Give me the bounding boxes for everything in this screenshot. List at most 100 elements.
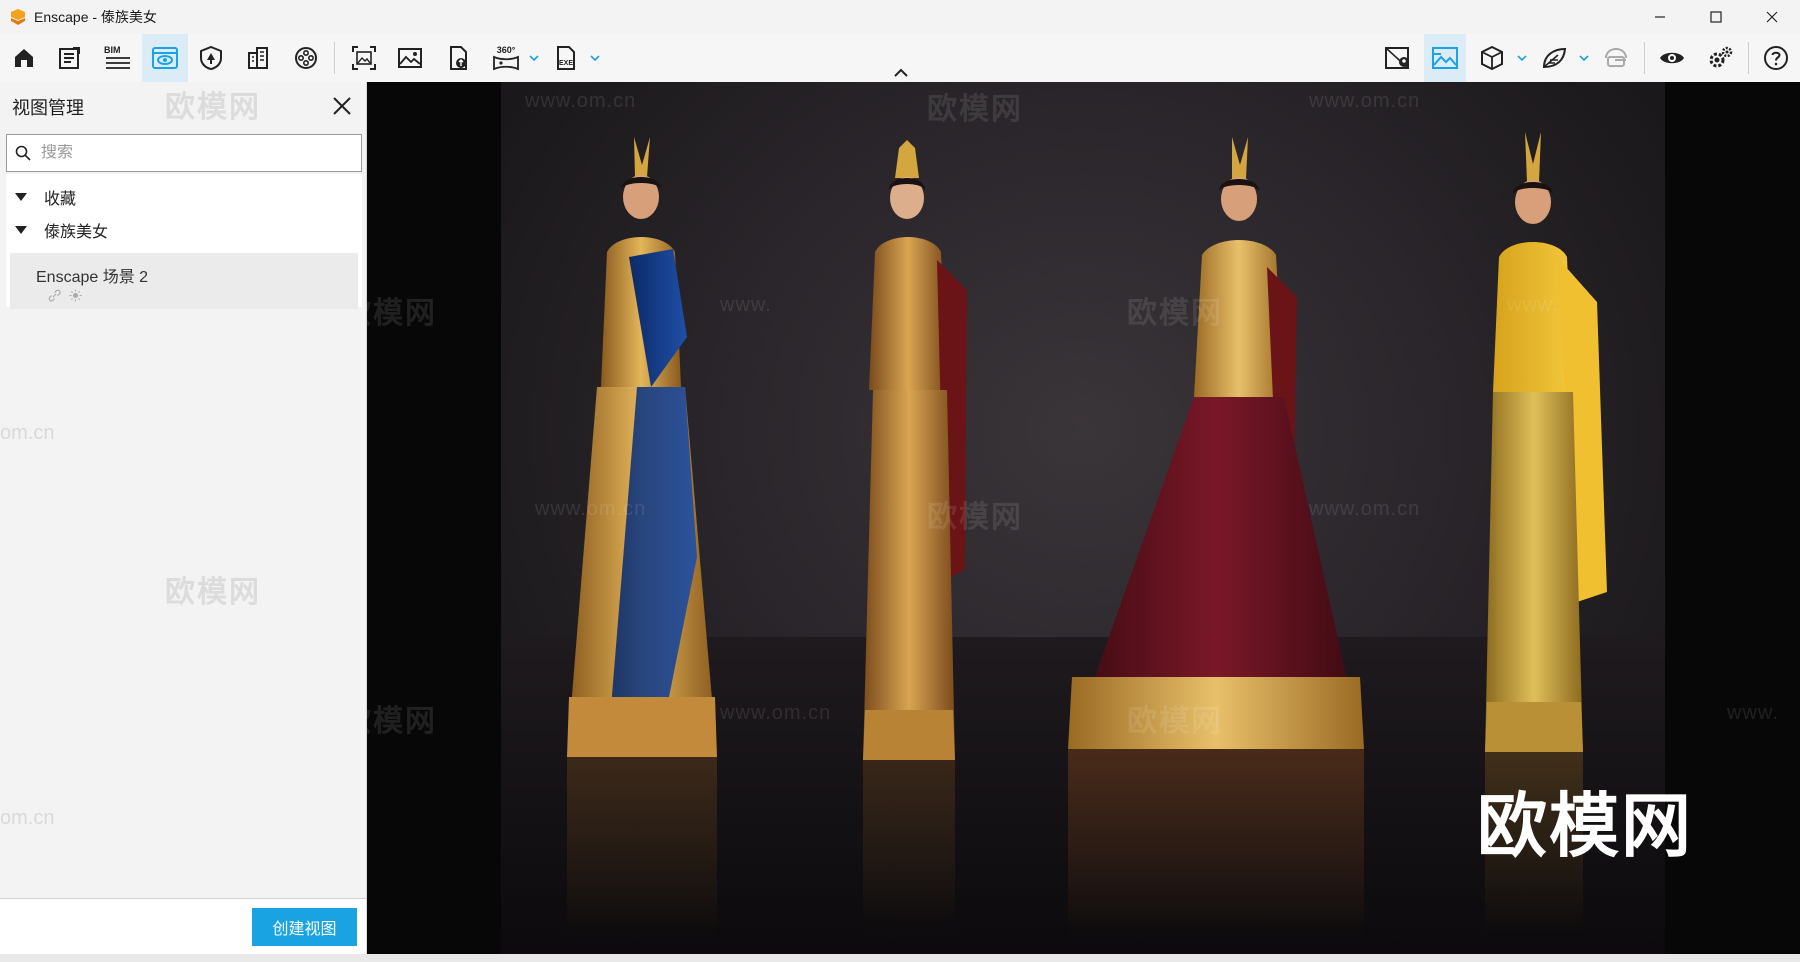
panel-watermark: 欧模网 — [165, 91, 261, 124]
map-pin-icon — [1385, 47, 1409, 69]
watermark-logo: 欧模网 — [367, 297, 437, 330]
maximize-button[interactable] — [1688, 0, 1744, 34]
notes-icon — [59, 47, 80, 69]
screenshot-icon — [352, 46, 376, 70]
maximize-icon — [1710, 11, 1722, 23]
collapse-toolbar-chevron-icon[interactable] — [893, 68, 909, 78]
status-strip — [0, 954, 1800, 962]
home-icon — [15, 49, 33, 67]
enscape-logo-icon — [11, 9, 25, 25]
view-management-button[interactable] — [142, 34, 188, 82]
minimize-button[interactable] — [1632, 0, 1688, 34]
close-panel-icon[interactable] — [330, 94, 354, 118]
search-box — [6, 134, 362, 172]
image-icon — [398, 48, 422, 68]
toolbar-separator — [334, 42, 335, 74]
watermark-url: www.om.cn — [525, 90, 637, 112]
landscape-image-icon — [1432, 47, 1458, 69]
shield-tree-icon — [200, 45, 222, 71]
home-button[interactable] — [6, 34, 42, 82]
sun-icon — [69, 289, 82, 302]
notes-button[interactable] — [52, 34, 88, 82]
view-management-icon — [152, 47, 178, 69]
search-input[interactable] — [41, 144, 341, 162]
watermark-url-partial: www. — [1727, 702, 1779, 724]
material-dropdown-chevron-icon[interactable] — [1516, 52, 1528, 64]
vr-headset-button[interactable] — [1598, 34, 1634, 82]
panorama-button[interactable]: 360° — [488, 34, 524, 82]
settings-button[interactable] — [1702, 34, 1738, 82]
help-button[interactable] — [1758, 34, 1794, 82]
toolbar-separator-right — [1644, 42, 1645, 74]
section-label: 收藏 — [44, 191, 77, 208]
building-button[interactable] — [240, 34, 276, 82]
watermark-url: www.om.cn — [1309, 498, 1421, 520]
panorama-label: 360° — [496, 45, 516, 55]
watermark-logo: 欧模网 — [367, 705, 437, 738]
window-title: Enscape - 傣族美女 — [34, 9, 157, 25]
building-icon — [248, 47, 268, 69]
panel-title: 视图管理 — [12, 98, 84, 118]
exe-icon-text: EXE — [559, 60, 573, 67]
view-management-panel: 视图管理 欧模网 收藏 傣族美女 Enscape 场景 2 om.cn 欧模网 … — [0, 82, 367, 962]
watermark-logo: 欧模网 — [927, 93, 1023, 126]
upload-file-icon — [450, 46, 467, 70]
panorama-icon — [493, 55, 519, 71]
watermark-url: www.om.cn — [720, 702, 832, 724]
help-icon — [1764, 46, 1788, 70]
watermark-logo: 欧模网 — [927, 501, 1023, 534]
export-dropdown-chevron-icon[interactable] — [589, 52, 601, 64]
toolbar-separator-end — [1748, 42, 1749, 74]
minimize-icon — [1655, 16, 1665, 18]
link-icon — [48, 289, 61, 302]
atmosphere-dropdown-chevron-icon[interactable] — [1578, 52, 1590, 64]
visual-settings-button[interactable] — [1424, 34, 1466, 82]
view-mode-button[interactable] — [1654, 34, 1690, 82]
close-icon — [1766, 11, 1778, 23]
bim-button[interactable]: BIM — [100, 34, 136, 82]
panel-footer: 创建视图 — [0, 898, 366, 962]
watermark-url-partial: www. — [720, 294, 772, 316]
bim-icon — [106, 57, 130, 69]
render-viewport[interactable]: www.om.cn 欧模网 www.om.cn 欧模网 www. 欧模网 www… — [367, 82, 1800, 954]
film-reel-icon — [295, 47, 317, 69]
gears-icon — [1709, 46, 1733, 68]
exe-file-icon: EXE — [557, 46, 575, 70]
cube-icon — [1481, 45, 1503, 71]
title-bar: Enscape - 傣族美女 — [0, 0, 1800, 34]
watermark-url: www.om.cn — [535, 498, 647, 520]
search-icon — [15, 145, 31, 161]
watermark-logo: 欧模网 — [1127, 297, 1223, 330]
saved-view-name: Enscape 场景 2 — [36, 269, 149, 286]
project-section-header[interactable]: 傣族美女 — [6, 207, 362, 253]
expand-triangle-icon — [15, 193, 27, 201]
export-exe-button[interactable]: EXE — [548, 34, 584, 82]
watermark-url-partial: www. — [1507, 294, 1559, 316]
close-window-button[interactable] — [1744, 0, 1800, 34]
minimap-button[interactable] — [1380, 34, 1416, 82]
panel-watermark-url: om.cn — [0, 422, 55, 444]
expand-triangle-icon — [15, 226, 27, 234]
panorama-dropdown-chevron-icon[interactable] — [528, 52, 540, 64]
dai-woman-figure-3 — [1068, 137, 1364, 937]
create-view-button[interactable]: 创建视图 — [252, 908, 357, 946]
vr-headset-icon — [1605, 47, 1627, 67]
bim-label: BIM — [104, 45, 121, 55]
atmosphere-button[interactable] — [1536, 34, 1572, 82]
watermark-url: www.om.cn — [1309, 90, 1421, 112]
assets-button[interactable] — [193, 34, 229, 82]
eye-icon — [1660, 52, 1684, 64]
panel-watermark: 欧模网 — [165, 576, 261, 609]
web-standalone-button[interactable] — [440, 34, 476, 82]
leaf-wind-icon — [1542, 47, 1567, 69]
video-editor-button[interactable] — [288, 34, 324, 82]
brand-logo-text: 欧模网 — [1477, 787, 1693, 865]
material-editor-button[interactable] — [1474, 34, 1510, 82]
section-label: 傣族美女 — [44, 224, 109, 241]
watermark-logo: 欧模网 — [1127, 705, 1223, 738]
project-section-content: 傣族美女 Enscape 场景 2 — [6, 207, 362, 309]
dai-woman-figure-1 — [567, 137, 717, 937]
batch-render-button[interactable] — [392, 34, 428, 82]
screenshot-button[interactable] — [346, 34, 382, 82]
saved-view-item[interactable]: Enscape 场景 2 — [10, 253, 358, 309]
